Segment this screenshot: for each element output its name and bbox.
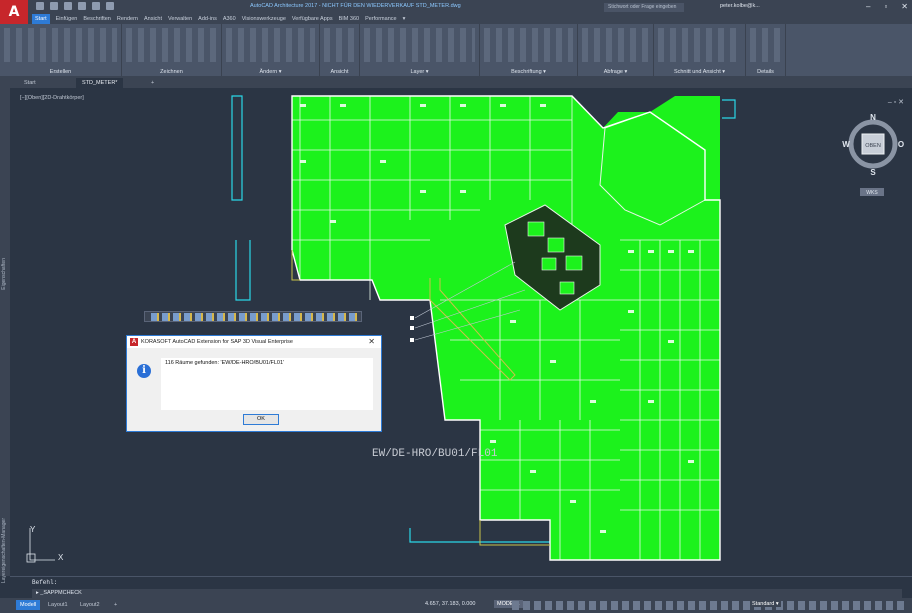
compass-o[interactable]: O — [898, 140, 904, 149]
status-tool-icons[interactable]: Standard ▾ — [512, 601, 908, 610]
add-layout-button[interactable]: + — [110, 600, 121, 610]
ucs-x-label: X — [58, 553, 64, 562]
compass-s[interactable]: S — [870, 168, 876, 177]
status-bar: Modell Layout1 Layout2 + 4.657, 37.183, … — [0, 598, 912, 613]
dialog-message: 116 Räume gefunden: 'EW/DE-HRO/BU01/FL01… — [165, 360, 285, 366]
viewcube[interactable]: OBEN N S W O WKS — [838, 108, 908, 198]
tab-model[interactable]: Modell — [16, 600, 41, 610]
dialog-title: KORASOFT AutoCAD Extension for SAP 3D Vi… — [141, 339, 293, 345]
drawing-room-label: EW/DE-HRO/BU01/FL01 — [372, 448, 498, 460]
tab-layout2[interactable]: Layout2 — [76, 600, 104, 610]
compass-n[interactable]: N — [870, 113, 876, 122]
floor-plan — [231, 95, 736, 561]
info-icon: i — [137, 364, 151, 378]
ok-button[interactable]: OK — [243, 414, 279, 425]
dialog-title-bar[interactable]: A KORASOFT AutoCAD Extension for SAP 3D … — [127, 336, 381, 348]
message-dialog: A KORASOFT AutoCAD Extension for SAP 3D … — [126, 335, 382, 432]
dialog-message-box: 116 Räume gefunden: 'EW/DE-HRO/BU01/FL01… — [161, 358, 373, 410]
ucs-y-label: Y — [30, 525, 36, 534]
autocad-app-icon: A — [130, 338, 138, 346]
tab-layout1[interactable]: Layout1 — [44, 600, 72, 610]
toolbar-icons[interactable] — [151, 313, 357, 321]
command-input[interactable]: ▸ _SAPPMCHECK — [32, 589, 902, 598]
annotation-scale[interactable]: Standard ▾ — [750, 601, 781, 607]
drawing-canvas[interactable]: EW/DE-HRO/BU01/FL01 Y X — [0, 0, 912, 613]
wcs-menu[interactable]: WKS — [866, 190, 878, 196]
coordinate-readout: 4.657, 37.183, 0.000 — [425, 601, 476, 607]
floating-toolbar[interactable] — [144, 311, 362, 322]
command-line: Befehl: ▸ _SAPPMCHECK — [10, 576, 912, 598]
dialog-close-button[interactable]: ✕ — [368, 336, 375, 348]
viewcube-face[interactable]: OBEN — [865, 143, 881, 149]
command-history: Befehl: — [32, 579, 58, 586]
compass-w[interactable]: W — [842, 140, 850, 149]
